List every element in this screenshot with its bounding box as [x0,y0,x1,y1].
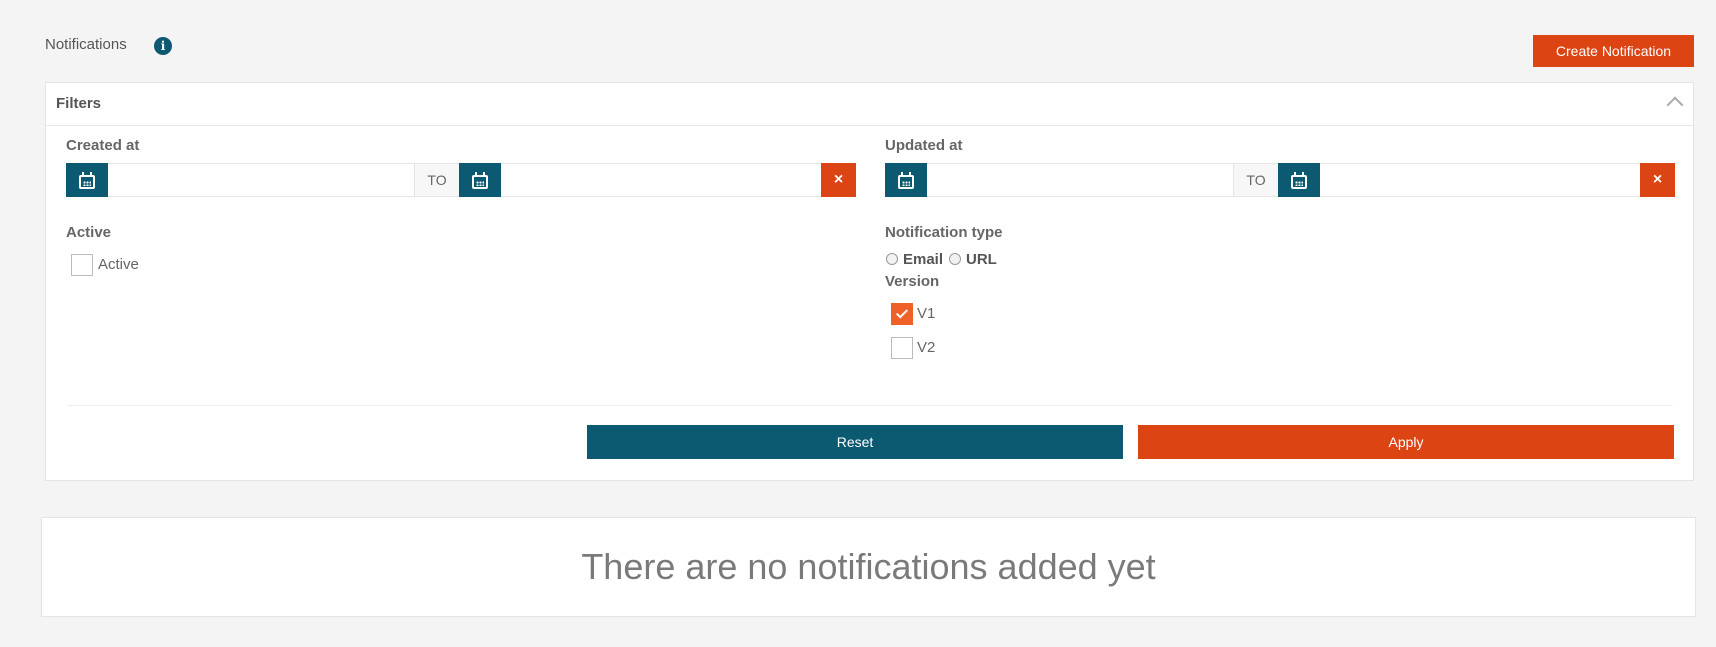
email-radio-label[interactable]: Email [903,251,943,268]
calendar-icon [1291,171,1307,189]
notification-type-label: Notification type [885,224,1003,241]
divider [68,405,1673,406]
created-to-calendar-button[interactable] [459,163,501,197]
check-icon [895,306,909,319]
email-radio[interactable] [886,253,898,265]
updated-to-calendar-button[interactable] [1278,163,1320,197]
active-label: Active [66,224,112,241]
updated-to-input[interactable] [1320,164,1640,196]
calendar-icon [898,171,914,189]
updated-clear-button[interactable]: × [1640,163,1675,197]
create-notification-button[interactable]: Create Notification [1533,35,1694,67]
url-radio[interactable] [949,253,961,265]
updated-at-label: Updated at [885,137,963,154]
active-checkbox-label[interactable]: Active [98,256,139,273]
v1-checkbox-label[interactable]: V1 [917,305,935,322]
v2-checkbox[interactable] [891,337,913,359]
created-to-input[interactable] [501,164,821,196]
created-clear-button[interactable]: × [821,163,856,197]
reset-button[interactable]: Reset [587,425,1123,459]
filters-panel: Filters Created at TO × Updated at TO × … [45,82,1694,481]
v2-checkbox-label[interactable]: V2 [917,339,935,356]
page-title: Notifications [45,36,127,53]
active-checkbox[interactable] [71,254,93,276]
chevron-up-icon[interactable] [1666,96,1684,114]
filters-title: Filters [56,95,102,112]
filters-header[interactable]: Filters [46,83,1693,126]
calendar-icon [79,171,95,189]
created-from-input[interactable] [108,164,414,196]
v1-checkbox[interactable] [891,303,913,325]
created-to-label: TO [414,164,459,196]
updated-to-label: TO [1233,164,1278,196]
version-label: Version [885,273,940,290]
updated-from-input[interactable] [927,164,1233,196]
apply-button[interactable]: Apply [1138,425,1674,459]
empty-state-message: There are no notifications added yet [581,546,1156,587]
created-from-calendar-button[interactable] [66,163,108,197]
updated-from-calendar-button[interactable] [885,163,927,197]
notifications-page: Notifications i Create Notification Filt… [0,0,1716,647]
empty-state-panel: There are no notifications added yet [41,517,1696,617]
url-radio-label[interactable]: URL [966,251,997,268]
info-icon[interactable]: i [154,37,172,55]
calendar-icon [472,171,488,189]
created-at-range: TO × [66,163,856,197]
updated-at-range: TO × [885,163,1675,197]
created-at-label: Created at [66,137,140,154]
